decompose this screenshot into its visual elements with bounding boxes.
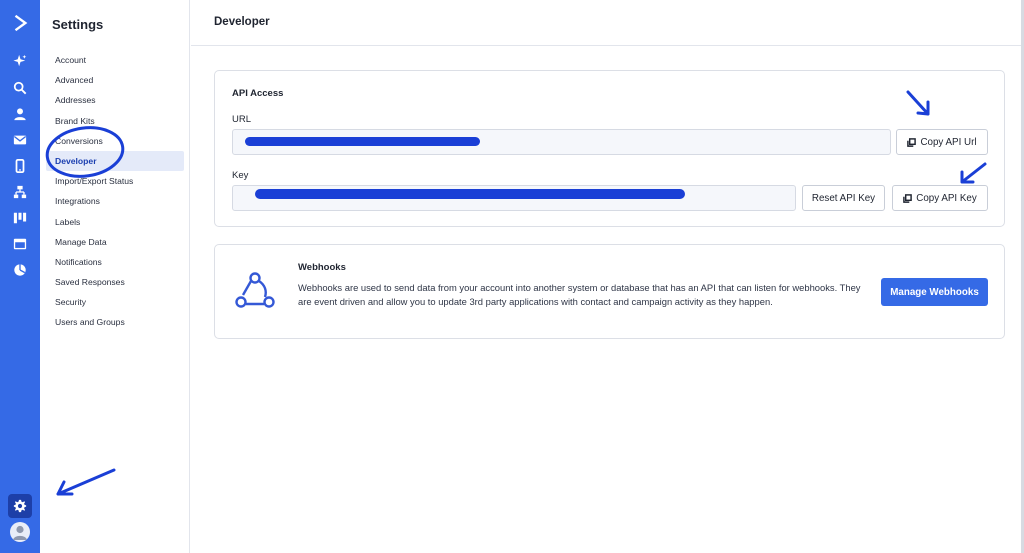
api-access-title: API Access bbox=[232, 88, 284, 99]
copy-api-key-button[interactable]: Copy API Key bbox=[892, 185, 988, 211]
sidebar-item-notifications[interactable]: Notifications bbox=[46, 252, 184, 272]
webhook-icon bbox=[232, 268, 278, 314]
api-access-card: API Access URL Copy API Url Key Reset AP… bbox=[214, 70, 1005, 227]
redaction-scribble bbox=[255, 189, 685, 199]
sidebar-item-integrations[interactable]: Integrations bbox=[46, 191, 184, 211]
manage-webhooks-button[interactable]: Manage Webhooks bbox=[881, 278, 988, 306]
reset-api-key-label: Reset API Key bbox=[811, 192, 876, 204]
copy-api-url-button[interactable]: Copy API Url bbox=[896, 129, 988, 155]
sidebar-item-import-export-status[interactable]: Import/Export Status bbox=[46, 171, 184, 191]
avatar-icon[interactable] bbox=[10, 522, 30, 542]
contacts-icon[interactable] bbox=[10, 104, 30, 124]
logo-chevron-icon[interactable] bbox=[10, 13, 30, 33]
sidebar-item-addresses[interactable]: Addresses bbox=[46, 90, 184, 110]
sidebar-item-labels[interactable]: Labels bbox=[46, 212, 184, 232]
window-icon[interactable] bbox=[10, 234, 30, 254]
gear-icon[interactable] bbox=[8, 494, 32, 518]
webhooks-title: Webhooks bbox=[298, 262, 346, 273]
sidebar-item-advanced[interactable]: Advanced bbox=[46, 70, 184, 90]
sidebar-item-account[interactable]: Account bbox=[46, 50, 184, 70]
sidebar-title: Settings bbox=[52, 17, 104, 32]
mobile-icon[interactable] bbox=[10, 156, 30, 176]
copy-api-url-label: Copy API Url bbox=[920, 136, 977, 148]
sidebar-item-brand-kits[interactable]: Brand Kits bbox=[46, 111, 184, 131]
sidebar-item-conversions[interactable]: Conversions bbox=[46, 131, 184, 151]
mail-icon[interactable] bbox=[10, 130, 30, 150]
pipeline-icon[interactable] bbox=[10, 208, 30, 228]
sidebar-item-users-and-groups[interactable]: Users and Groups bbox=[46, 312, 184, 332]
sidebar-item-security[interactable]: Security bbox=[46, 292, 184, 312]
webhooks-card: Webhooks Webhooks are used to send data … bbox=[214, 244, 1005, 339]
url-label: URL bbox=[232, 114, 252, 125]
page-header: Developer bbox=[191, 0, 1024, 46]
sidebar-item-developer[interactable]: Developer bbox=[46, 150, 184, 172]
reset-api-key-button[interactable]: Reset API Key bbox=[802, 185, 885, 211]
sidebar-item-manage-data[interactable]: Manage Data bbox=[46, 232, 184, 252]
key-label: Key bbox=[232, 170, 249, 181]
search-icon[interactable] bbox=[10, 78, 30, 98]
main-content: Developer API Access URL Copy API Url Ke… bbox=[191, 0, 1024, 553]
sidebar-item-saved-responses[interactable]: Saved Responses bbox=[46, 272, 184, 292]
settings-sidebar: Settings Account Advanced Addresses Bran… bbox=[40, 0, 190, 553]
copy-api-key-label: Copy API Key bbox=[916, 192, 977, 204]
settings-nav: Account Advanced Addresses Brand Kits Co… bbox=[46, 50, 184, 333]
copy-icon bbox=[907, 137, 917, 147]
sparkle-icon[interactable] bbox=[10, 51, 30, 71]
page-title: Developer bbox=[214, 16, 270, 28]
copy-icon bbox=[903, 193, 913, 203]
redaction-scribble bbox=[245, 137, 480, 146]
reports-icon[interactable] bbox=[10, 260, 30, 280]
icon-rail bbox=[0, 0, 40, 553]
webhooks-description: Webhooks are used to send data from your… bbox=[298, 282, 861, 307]
automation-icon[interactable] bbox=[10, 182, 30, 202]
